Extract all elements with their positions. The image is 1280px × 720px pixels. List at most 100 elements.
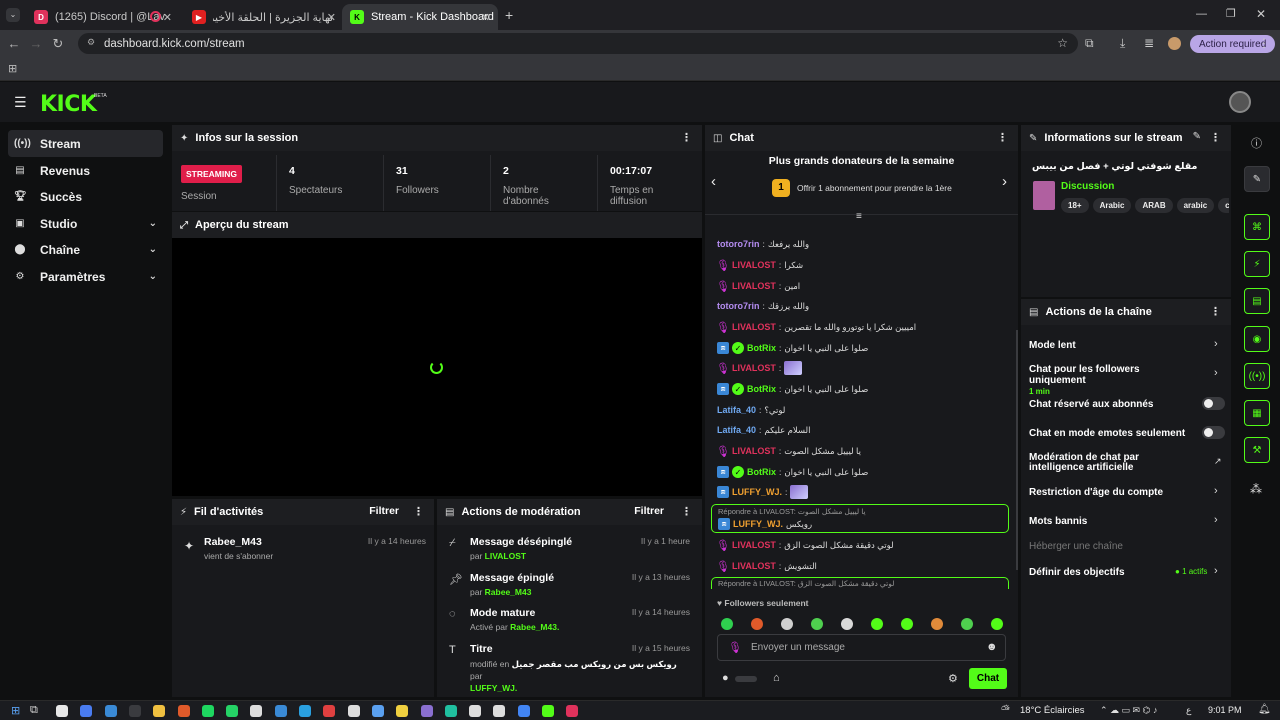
moderation-user[interactable]: Rabee_M43 — [485, 587, 532, 597]
taskbar-app-icon[interactable] — [177, 705, 190, 717]
settings-gear-icon[interactable]: ⚙ — [948, 672, 958, 685]
set-goals-item[interactable]: Définir des objectifs — [1029, 567, 1125, 578]
chat-username[interactable]: LIVALOST — [732, 540, 776, 550]
emotes-only-toggle[interactable] — [1202, 426, 1225, 439]
sidebar-item-chaine[interactable]: ⬤ Chaîne ⌄ — [8, 236, 163, 263]
chat-username[interactable]: LUFFY_WJ. — [732, 487, 782, 497]
chevron-right-icon[interactable]: › — [1214, 485, 1218, 497]
chat-username[interactable]: LIVALOST — [732, 363, 776, 373]
user-avatar[interactable] — [1229, 91, 1251, 113]
maximize-icon[interactable]: ❐ — [1226, 7, 1236, 20]
hamburger-menu-icon[interactable]: ☰ — [14, 94, 27, 111]
chevron-right-icon[interactable]: › — [1214, 565, 1218, 577]
taskbar-app-icon[interactable] — [56, 705, 68, 717]
gift-icon[interactable]: ⌂ — [773, 672, 780, 684]
reply-message[interactable]: Répondre à LIVALOST: يا ليييل مشكل الصوت… — [711, 504, 1009, 533]
emote-button[interactable] — [811, 618, 823, 630]
rail-button-chat[interactable]: ◉ — [1244, 326, 1270, 352]
emote-button[interactable] — [961, 618, 973, 630]
emote-button[interactable] — [901, 618, 913, 630]
tab-search-icon[interactable]: ⌄ — [6, 8, 20, 22]
taskbar-app-icon[interactable] — [444, 705, 457, 717]
profile-avatar[interactable] — [1168, 37, 1181, 50]
filter-funnel-icon[interactable]: ≡ — [856, 211, 862, 222]
back-icon[interactable]: ← — [3, 36, 25, 51]
subscribers-only-toggle[interactable] — [1202, 397, 1225, 410]
chat-username[interactable]: LIVALOST — [732, 260, 776, 270]
taskbar-app-icon[interactable] — [469, 705, 482, 717]
external-link-icon[interactable]: ↗ — [1214, 456, 1222, 467]
language-indicator[interactable]: ع — [1186, 705, 1191, 716]
emote-button[interactable] — [871, 618, 883, 630]
tray-icons[interactable]: ⌃ ☁ ▭ ✉ ⌬ ♪ — [1100, 705, 1157, 716]
notification-icon[interactable]: 🔔︎ — [1258, 704, 1271, 715]
taskbar-app-icon[interactable] — [371, 705, 384, 717]
taskbar-app-icon[interactable] — [201, 705, 214, 717]
chat-username[interactable]: totoro7rin — [717, 239, 760, 249]
more-options-icon[interactable]: ⋮ — [681, 131, 692, 144]
chevron-right-icon[interactable]: › — [1214, 338, 1218, 350]
emote-button[interactable] — [931, 618, 943, 630]
forward-icon[interactable]: → — [25, 36, 47, 51]
taskbar-app-icon[interactable] — [493, 705, 506, 717]
chat-input[interactable]: 🎙︎ Envoyer un message ☻ — [717, 634, 1006, 661]
emote-button[interactable] — [781, 618, 793, 630]
more-options-icon[interactable]: ⋮ — [413, 505, 424, 518]
rail-button-broadcast[interactable]: ((•)) — [1244, 363, 1270, 389]
media-icon[interactable]: ≣ — [1144, 36, 1154, 50]
taskbar-app-icon[interactable] — [250, 705, 263, 717]
rail-button-clip[interactable]: ⌘ — [1244, 214, 1270, 240]
rail-button-notes[interactable]: ▤ — [1244, 288, 1270, 314]
filter-button[interactable]: Filtrer — [634, 505, 664, 517]
tab-youtube[interactable]: ▶ نهاية الجزيرة | الحلقة الأخيرة (7) ✕ — [184, 4, 344, 30]
taskbar-app-icon[interactable] — [153, 705, 166, 717]
download-icon[interactable]: ⤓ — [1120, 36, 1125, 51]
taskbar-app-icon[interactable] — [396, 705, 409, 717]
more-options-icon[interactable]: ⋮ — [997, 131, 1008, 144]
extensions-icon[interactable]: ⧉ — [1085, 36, 1094, 51]
chat-username[interactable]: totoro7rin — [717, 301, 760, 311]
menu-icon[interactable]: ⋮ — [1258, 36, 1270, 50]
tag[interactable]: arabic — [1176, 198, 1215, 213]
moderation-user[interactable]: LIVALOST — [485, 551, 526, 561]
category-name[interactable]: Discussion — [1061, 181, 1114, 192]
bookmark-star-icon[interactable]: ☆ — [1057, 36, 1068, 50]
close-icon[interactable]: ✕ — [327, 11, 336, 24]
edit-pencil-icon[interactable]: ✎ — [1193, 131, 1201, 142]
close-icon[interactable]: ✕ — [163, 11, 172, 24]
clock[interactable]: 9:01 PM — [1208, 705, 1242, 715]
close-icon[interactable]: ✕ — [481, 11, 490, 24]
tab-discord[interactable]: D (1265) Discord | @Lav ✕ — [26, 4, 180, 30]
close-window-icon[interactable]: ✕ — [1256, 7, 1266, 21]
windows-start-icon[interactable]: ⊞ — [11, 704, 20, 717]
tab-kick[interactable]: K Stream - Kick Dashboard ✕ — [342, 4, 498, 30]
chevron-right-icon[interactable]: › — [1214, 367, 1218, 379]
reload-icon[interactable]: ↻ — [47, 36, 69, 52]
slow-mode-item[interactable]: Mode lent — [1029, 340, 1076, 351]
chevron-right-icon[interactable]: › — [1214, 514, 1218, 526]
taskbar-app-icon[interactable] — [299, 705, 311, 717]
followers-only-item[interactable]: Chat pour les followers uniquement 1 min — [1029, 364, 1194, 396]
taskbar-app-icon[interactable] — [80, 705, 93, 717]
taskbar-app-icon[interactable] — [104, 705, 117, 717]
points-icon[interactable]: ● — [722, 672, 729, 684]
emote-button[interactable] — [721, 618, 733, 630]
sidebar-item-revenus[interactable]: ▤ Revenus — [8, 157, 163, 184]
weather-text[interactable]: 18°C Éclaircies — [1020, 705, 1085, 716]
sidebar-item-succes[interactable]: 🏆︎ Succès — [8, 183, 163, 210]
chat-username[interactable]: BotRix — [747, 343, 776, 353]
emoji-icon[interactable]: ☻ — [986, 641, 998, 653]
tag[interactable]: ch — [1218, 198, 1229, 213]
category-thumbnail[interactable] — [1033, 181, 1055, 210]
chat-username[interactable]: Latifa_40 — [717, 405, 756, 415]
apps-icon[interactable]: ⁂ — [1250, 482, 1262, 496]
taskbar-app-icon[interactable] — [566, 705, 579, 717]
more-options-icon[interactable]: ⋮ — [1210, 305, 1221, 318]
rail-button-lightning[interactable]: ⚡︎ — [1244, 251, 1270, 277]
rail-button-tools[interactable]: ⚒ — [1244, 437, 1270, 463]
taskbar-app-icon[interactable] — [323, 705, 336, 717]
more-options-icon[interactable]: ⋮ — [1210, 131, 1221, 144]
chat-username[interactable]: LIVALOST — [732, 281, 776, 291]
moderation-user[interactable]: Rabee_M43. — [510, 622, 559, 632]
chat-username[interactable]: LUFFY_WJ. — [733, 519, 783, 529]
